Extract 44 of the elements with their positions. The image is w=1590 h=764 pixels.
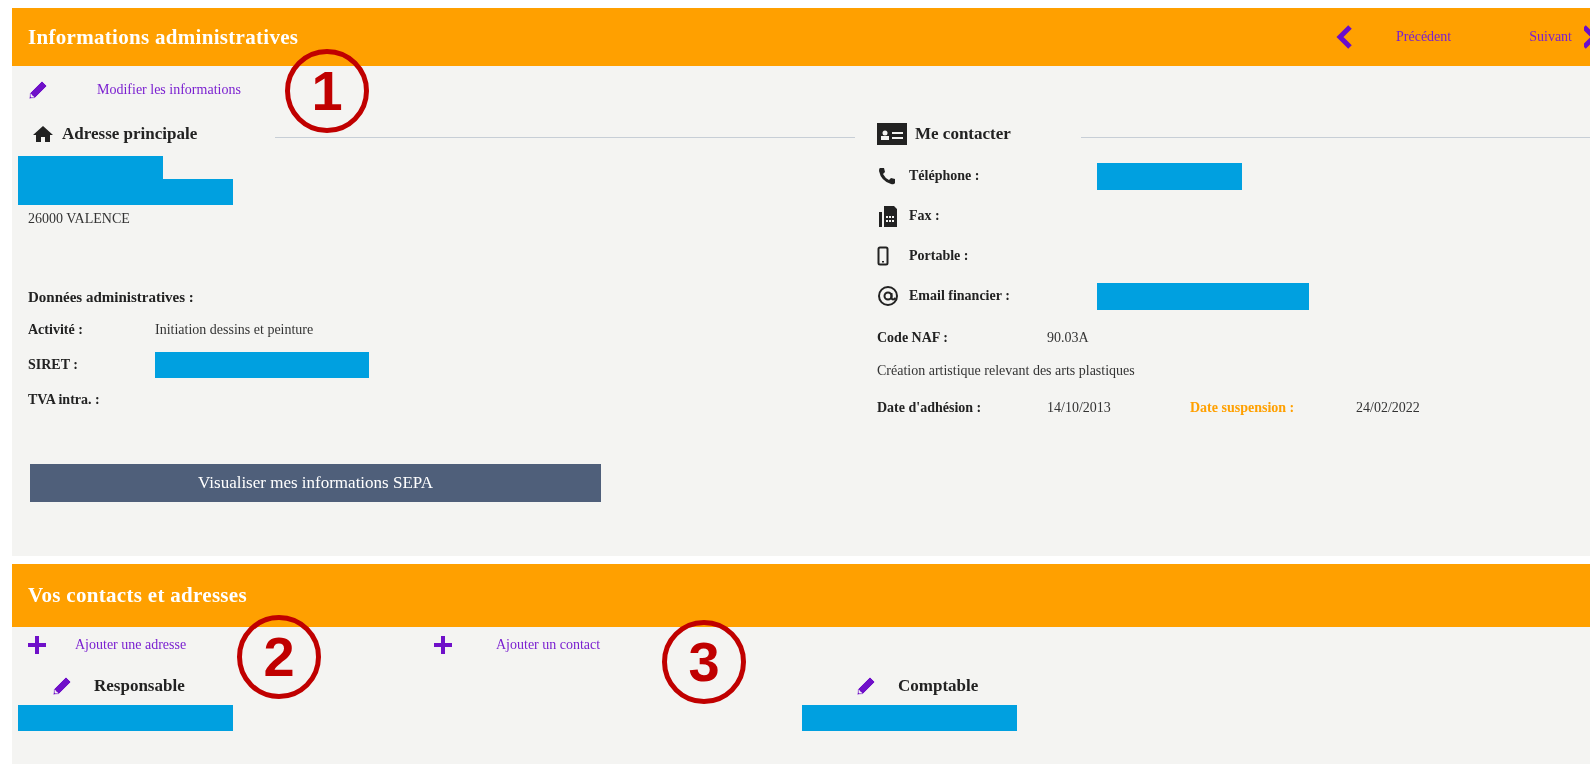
field-label: TVA intra. :: [28, 391, 101, 408]
chevron-left-icon[interactable]: [1336, 25, 1354, 49]
field-label: SIRET :: [28, 356, 79, 373]
section-heading: Adresse principale: [62, 124, 198, 144]
sepa-button[interactable]: Visualiser mes informations SEPA: [30, 464, 601, 502]
home-icon: [32, 125, 54, 143]
field-label: Date suspension :: [1190, 400, 1296, 416]
admin-heading: Données administratives :: [28, 289, 195, 306]
field-value: Initiation dessins et peinture: [155, 321, 314, 338]
contact-role: Comptable: [898, 676, 979, 696]
previous-link[interactable]: Précédent: [1396, 29, 1452, 45]
pencil-icon: [28, 80, 48, 100]
field-value: 14/10/2013: [1047, 400, 1112, 416]
field-label: Date d'adhésion :: [877, 400, 983, 416]
field-label: Téléphone :: [909, 168, 981, 184]
next-link[interactable]: Suivant: [1529, 29, 1572, 45]
edit-link[interactable]: Modifier les informations: [97, 82, 241, 98]
section-title: Vos contacts et adresses: [28, 583, 248, 608]
contact-card-icon: [877, 123, 907, 145]
plus-icon: [28, 636, 46, 654]
phone-icon: [877, 166, 897, 186]
section-heading: Me contacter: [915, 124, 1011, 144]
pencil-icon: [856, 676, 876, 696]
naf-description: Création artistique relevant des arts plastiques: [877, 363, 1135, 379]
address-city: 26000 VALENCE: [28, 211, 131, 227]
mobile-phone-icon: [877, 246, 889, 266]
field-value: 24/02/2022: [1356, 400, 1420, 416]
field-value: 90.03A: [1047, 329, 1089, 346]
field-label: Email financier :: [909, 288, 1011, 304]
add-contact-link[interactable]: Ajouter un contact: [496, 637, 601, 653]
annotation-number: 1: [285, 49, 369, 133]
section-title: Informations administratives: [28, 24, 300, 50]
annotation-number: 3: [662, 620, 746, 704]
field-label: Activité :: [28, 321, 84, 338]
annotation-number: 2: [237, 615, 321, 699]
fax-icon: [877, 204, 899, 228]
pencil-icon: [52, 676, 72, 696]
plus-icon: [434, 636, 452, 654]
chevron-right-icon[interactable]: [1584, 25, 1590, 49]
at-sign-icon: [877, 285, 899, 307]
contact-role: Responsable: [94, 676, 185, 696]
field-label: Code NAF :: [877, 329, 950, 346]
field-label: Portable :: [909, 248, 970, 264]
field-label: Fax :: [909, 208, 941, 224]
